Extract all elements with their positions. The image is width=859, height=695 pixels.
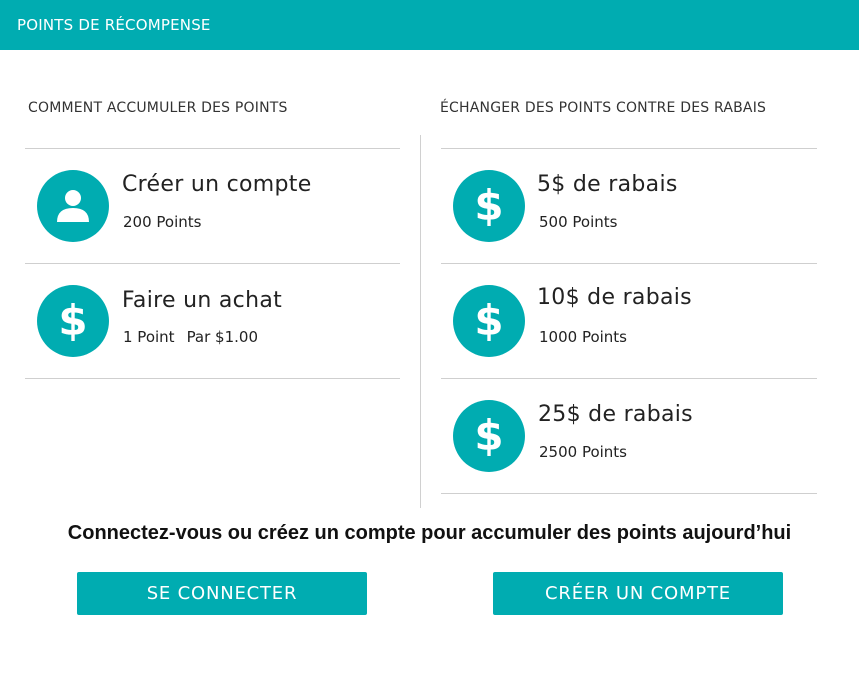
login-button[interactable]: SE CONNECTER — [77, 572, 367, 615]
page-title: POINTS DE RÉCOMPENSE — [17, 16, 211, 34]
divider — [25, 378, 400, 379]
divider — [25, 263, 400, 264]
earn-item-rate: Par $1.00 — [186, 328, 259, 346]
redeem-item-points: 2500 Points — [539, 443, 628, 461]
divider — [441, 493, 817, 494]
redeem-item-points: 500 Points — [539, 213, 618, 231]
earn-heading: COMMENT ACCUMULER DES POINTS — [28, 100, 288, 116]
dollar-icon: $ — [453, 285, 525, 357]
earn-item-title: Créer un compte — [122, 172, 312, 197]
dollar-icon: $ — [453, 400, 525, 472]
cta-message: Connectez-vous ou créez un compte pour a… — [67, 522, 792, 544]
redeem-item-points: 1000 Points — [539, 328, 628, 346]
earn-item-points: 200 Points — [123, 213, 202, 231]
divider — [441, 263, 817, 264]
user-icon — [37, 170, 109, 242]
redeem-item-title: 10$ de rabais — [537, 285, 692, 310]
earn-item-title: Faire un achat — [122, 288, 283, 313]
create-account-button[interactable]: CRÉER UN COMPTE — [493, 572, 783, 615]
redeem-heading: ÉCHANGER DES POINTS CONTRE DES RABAIS — [440, 100, 767, 116]
dollar-icon: $ — [453, 170, 525, 242]
column-divider — [420, 135, 421, 508]
header-bar: POINTS DE RÉCOMPENSE — [0, 0, 859, 50]
divider — [441, 148, 817, 149]
divider — [441, 378, 817, 379]
earn-item-points: 1 Point Par $1.00 — [123, 328, 258, 346]
redeem-item-title: 5$ de rabais — [537, 172, 678, 197]
earn-item-points-value: 1 Point — [123, 328, 175, 346]
divider — [25, 148, 400, 149]
dollar-icon: $ — [37, 285, 109, 357]
redeem-item-title: 25$ de rabais — [538, 402, 693, 427]
